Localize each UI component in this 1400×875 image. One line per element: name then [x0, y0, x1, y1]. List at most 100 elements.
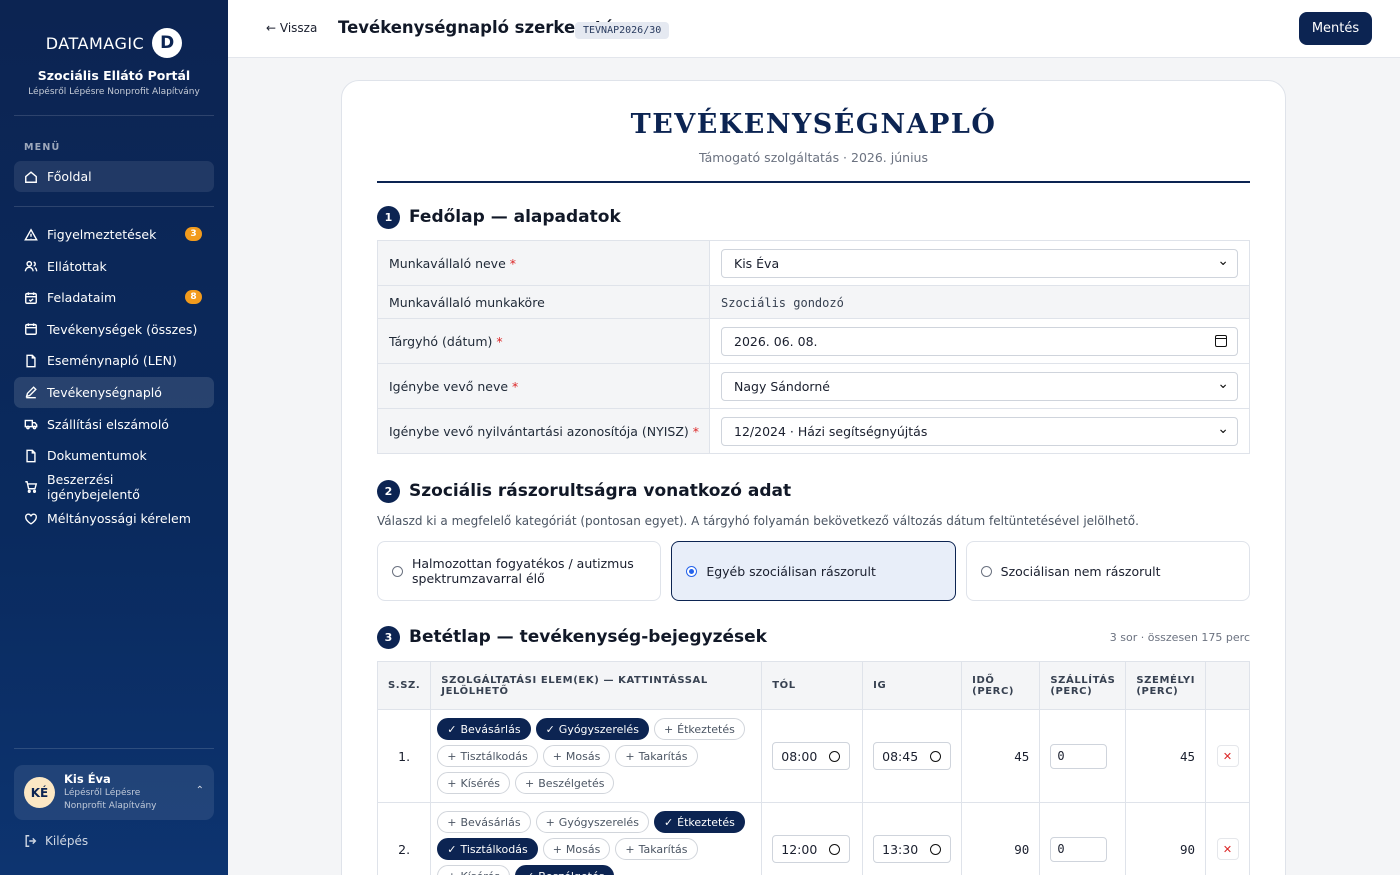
sidebar-item-label: Figyelmeztetések [47, 227, 157, 242]
sidebar-item-szállítási-elszámoló[interactable]: Szállítási elszámoló [14, 409, 214, 440]
form-label: Igénybe vevő nyilvántartási azonosítója … [377, 408, 710, 454]
radio-option[interactable]: Halmozottan fogyatékos / autizmus spektr… [377, 541, 662, 601]
service-chip[interactable]: + Étkeztetés [653, 718, 745, 740]
form-label-text: Igénybe vevő nyilvántartási azonosítója … [389, 423, 689, 439]
delete-row-button[interactable]: ✕ [1216, 838, 1239, 860]
clock-icon [829, 844, 841, 855]
service-chip[interactable]: +Kísérés [437, 865, 511, 875]
heart-icon [24, 512, 38, 526]
radio-option[interactable]: Szociálisan nem rászorult [965, 541, 1250, 601]
time-from-input[interactable]: 08:00 [772, 742, 851, 770]
file-icon [24, 449, 38, 463]
service-chip[interactable]: + Gyógyszerelés [535, 811, 649, 833]
sidebar-item-feladataim[interactable]: Feladataim 8 [14, 282, 214, 313]
row-index: 1. [376, 709, 432, 803]
radio-button[interactable] [980, 565, 992, 577]
personal-minutes-value: 90 [1125, 802, 1207, 875]
radio-option[interactable]: Egyéb szociálisan rászorult [671, 541, 956, 601]
form-label: Igénybe vevő neve * [377, 363, 710, 409]
back-link[interactable]: ← Vissza [266, 21, 317, 35]
chip-label: Mosás [565, 842, 601, 856]
service-chip[interactable]: + Tisztálkodás [437, 745, 538, 767]
sidebar-item-label: Tevékenységek (összes) [47, 321, 198, 337]
plus-icon: + [447, 776, 457, 790]
transport-minutes-input[interactable]: 0 [1050, 743, 1108, 769]
section-number: 2 [377, 479, 400, 503]
form-row: Igénybe vevő neve * Nagy Sándorné ⌄ [377, 363, 1250, 409]
service-chip[interactable]: ✓ Bevásárlás [437, 718, 531, 740]
plus-icon: + [447, 749, 457, 763]
select-field[interactable]: Nagy Sándorné ⌄ [721, 371, 1238, 401]
column-header: IG [862, 661, 963, 710]
sidebar-item-figyelmeztetések[interactable]: Figyelmeztetések 3 [14, 219, 214, 250]
service-chip[interactable]: + Beszélgetés [515, 772, 615, 794]
section-hint: Válaszd ki a megfelelő kategóriát (ponto… [377, 514, 1139, 528]
sidebar-item-tevékenységek-összes[interactable]: Tevékenységek (összes) [14, 314, 214, 345]
service-chip[interactable]: + Mosás [542, 745, 611, 767]
sidebar-item-méltányossági-kérelem[interactable]: Méltányossági kérelem [14, 503, 214, 534]
service-chip[interactable]: + Takarítás [615, 745, 698, 767]
service-chip-group: + Bevásárlás + Gyógyszerelés ✓ Étkeztetés ✓ Tis… [437, 804, 755, 875]
sidebar-item-tevékenységnapló[interactable]: Tevékenységnapló [14, 376, 214, 408]
transport-cell: 0 [1039, 802, 1127, 875]
column-header: SZOLGÁLTATÁSI ELEM(EK) — KATTINTÁSSAL JE… [430, 661, 763, 710]
check-icon: ✓ [663, 815, 674, 829]
sidebar-item-eseménynapló-len[interactable]: Eseménynapló (LEN) [14, 345, 214, 376]
sidebar-footer: KÉ Kis Éva Lépésről Lépésre Nonprofit Al… [14, 748, 214, 848]
service-chip[interactable]: ✓ Tisztálkodás [437, 838, 538, 860]
radio-label: Szociálisan nem rászorult [1000, 563, 1161, 579]
service-chip-group: ✓ Bevásárlás ✓ Gyógyszerelés + Étkeztetés + Tis… [437, 711, 755, 801]
transport-cell: 0 [1039, 709, 1127, 803]
chip-label: Takarítás [638, 749, 688, 763]
chip-label: Beszélgetés [538, 776, 605, 790]
table-row: 1. ✓ Bevásárlás ✓ Gyógyszerelés + Étkeztetés + T… [376, 709, 1250, 803]
column-header: S.SZ. [376, 661, 432, 710]
sidebar-item-label: Dokumentumok [47, 448, 147, 464]
check-icon: ✓ [525, 870, 534, 875]
user-menu[interactable]: KÉ Kis Éva Lépésről Lépésre Nonprofit Al… [14, 765, 214, 820]
radio-button[interactable] [686, 565, 698, 577]
service-elements-cell: + Bevásárlás + Gyógyszerelés ✓ Étkeztetés ✓ Tis… [430, 802, 763, 875]
service-chip[interactable]: ✓ Étkeztetés [653, 811, 745, 833]
radio-label: Egyéb szociálisan rászorult [706, 563, 876, 579]
sidebar-item-label: Méltányossági kérelem [47, 511, 191, 527]
service-chip[interactable]: +Kísérés [437, 772, 511, 794]
chip-label: Gyógyszerelés [558, 815, 639, 829]
delete-row-button[interactable]: ✕ [1216, 745, 1239, 767]
select-field[interactable]: Kis Éva ⌄ [721, 248, 1238, 278]
select-field[interactable]: 12/2024 · Házi segítségnyújtás ⌄ [721, 416, 1238, 446]
sidebar-item-beszerzési-igénybejelentő[interactable]: Beszerzési igénybejelentő [14, 472, 214, 503]
nav-divider [14, 206, 214, 207]
service-chip[interactable]: ✓ Gyógyszerelés [535, 718, 649, 740]
logout-button[interactable]: Kilépés [24, 834, 214, 848]
duration-value: 90 [961, 802, 1041, 875]
time-to-input[interactable]: 08:45 [873, 742, 952, 770]
sidebar-item-ellátottak[interactable]: Ellátottak [14, 251, 214, 282]
document-subtitle: Támogató szolgáltatás · 2026. június [699, 150, 928, 165]
topbar: ← Vissza Tevékenységnapló szerkesztése T… [228, 0, 1400, 58]
field-value: Kis Éva [734, 255, 780, 271]
form-value-cell: Nagy Sándorné ⌄ [709, 363, 1250, 409]
save-button[interactable]: Mentés [1299, 12, 1372, 45]
time-from-input[interactable]: 12:00 [772, 835, 851, 863]
form-value-cell: Szociális gondozó [709, 285, 1250, 319]
time-to-input[interactable]: 13:30 [873, 835, 952, 863]
radio-button[interactable] [392, 565, 403, 577]
service-chip[interactable]: + Mosás [542, 838, 611, 860]
service-chip[interactable]: + Bevásárlás [437, 811, 531, 833]
document-title: TEVÉKENYSÉGNAPLÓ [630, 109, 997, 140]
sidebar-item-home[interactable]: Főoldal [14, 161, 214, 192]
personal-minutes-value: 45 [1125, 709, 1207, 803]
sidebar-item-label: Feladataim [47, 290, 117, 306]
sidebar-item-dokumentumok[interactable]: Dokumentumok [14, 440, 214, 471]
service-chip[interactable]: ✓ Beszélgetés [515, 865, 615, 875]
transport-minutes-input[interactable]: 0 [1050, 836, 1108, 862]
chip-label: Beszélgetés [538, 870, 604, 875]
time-value: 08:45 [882, 748, 919, 764]
need-category-radio-group: Halmozottan fogyatékos / autizmus spektr… [377, 541, 1250, 601]
sidebar-item-label: Tevékenységnapló [47, 384, 162, 400]
service-chip[interactable]: + Takarítás [615, 838, 698, 860]
chip-label: Takarítás [638, 842, 688, 856]
chevron-down-icon: ⌄ [1217, 252, 1229, 269]
date-input[interactable]: 2026. 06. 08. [721, 326, 1238, 356]
